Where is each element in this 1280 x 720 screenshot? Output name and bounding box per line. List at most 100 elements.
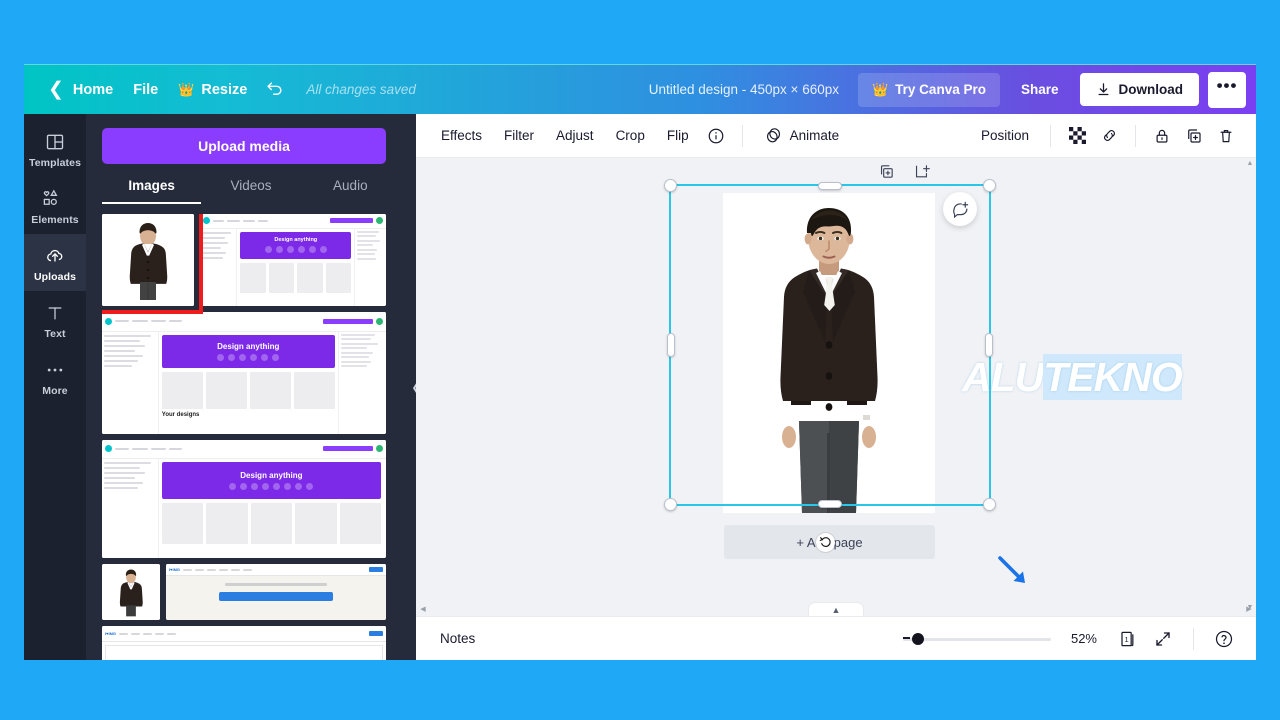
sidebar-item-templates[interactable]: Templates	[24, 120, 86, 177]
resize-handle-top-left[interactable]	[664, 179, 677, 192]
resize-button[interactable]: 👑 Resize	[168, 76, 257, 104]
effects-button[interactable]: Effects	[430, 121, 493, 150]
mini-banner-title: Design anything	[274, 237, 318, 244]
document-title: Untitled design - 450px × 660px	[648, 82, 839, 97]
scroll-right-arrow[interactable]: ▶	[1244, 606, 1254, 614]
zoom-slider-knob[interactable]	[912, 632, 924, 645]
man-in-suit-photo-2	[102, 564, 160, 620]
download-button[interactable]: Download	[1079, 73, 1199, 106]
upload-thumb-man-in-suit-2[interactable]	[102, 564, 160, 620]
transparency-button[interactable]	[1061, 120, 1093, 152]
resize-handle-bottom-right[interactable]	[983, 498, 996, 511]
notes-expand-handle[interactable]: ▲	[808, 602, 864, 616]
mini-navbar	[102, 440, 386, 459]
upload-thumb-canva-ui-3[interactable]: Design anything	[102, 440, 386, 558]
notes-button[interactable]: Notes	[432, 625, 483, 652]
tab-videos[interactable]: Videos	[201, 178, 300, 204]
thumbnail-row: Design anything	[102, 440, 400, 558]
share-button[interactable]: Share	[1009, 73, 1071, 106]
home-button[interactable]: ❮ Home	[38, 74, 123, 105]
scroll-up-arrow[interactable]: ▲	[1246, 160, 1254, 170]
upload-thumb-iloveimg-2[interactable]: I♥IMG	[102, 626, 386, 660]
thumbnail-row: I♥IMG	[102, 626, 400, 660]
duplicate-button[interactable]	[1178, 120, 1210, 152]
page-manager-button[interactable]: 1	[1111, 623, 1143, 655]
fullscreen-button[interactable]	[1147, 623, 1179, 655]
animate-button[interactable]: Animate	[753, 119, 851, 152]
mini-logo-icon	[105, 445, 112, 453]
thumbnail-row: I♥IMG	[102, 564, 400, 620]
crop-button[interactable]: Crop	[605, 121, 656, 150]
upload-thumb-man-in-suit[interactable]	[102, 214, 194, 306]
pages-icon: 1	[1121, 631, 1134, 646]
add-page-button[interactable]	[913, 163, 930, 180]
sidebar-item-uploads[interactable]: Uploads	[24, 234, 86, 291]
file-menu-button[interactable]: File	[123, 76, 168, 104]
flip-button[interactable]: Flip	[656, 121, 700, 150]
person-figure-large	[723, 193, 935, 513]
lock-button[interactable]	[1146, 120, 1178, 152]
top-toolbar: ❮ Home File 👑 Resize All changes saved U…	[24, 64, 1256, 114]
duplicate-icon	[1188, 128, 1201, 143]
scroll-left-arrow[interactable]: ◀	[418, 606, 428, 614]
uploads-panel: Upload media Images Videos Audio Design …	[86, 114, 416, 660]
tab-audio[interactable]: Audio	[301, 178, 400, 204]
mini-banner-title: Design anything	[217, 341, 280, 351]
image-toolbar: Effects Filter Adjust Crop Flip Animate	[416, 114, 1256, 158]
resize-handle-right[interactable]	[985, 333, 993, 357]
collapse-panel-button[interactable]: ❮	[408, 360, 416, 414]
sidebar-label-elements: Elements	[31, 214, 79, 226]
zoom-slider[interactable]	[903, 631, 1051, 647]
sidebar-item-text[interactable]: Text	[24, 291, 86, 348]
design-page[interactable]	[723, 193, 935, 513]
canvas-vertical-scrollbar[interactable]: ▲ ▼	[1246, 158, 1254, 616]
toolbar-divider	[1050, 124, 1051, 147]
iloveimg-navbar: I♥IMG	[166, 564, 386, 577]
canvas-area[interactable]: + Add page ALUTEKNO ▲	[416, 158, 1256, 616]
position-button[interactable]: Position	[970, 121, 1040, 150]
tab-images[interactable]: Images	[102, 178, 202, 204]
upload-media-button[interactable]: Upload media	[102, 128, 386, 164]
info-button[interactable]	[700, 120, 732, 152]
adjust-button[interactable]: Adjust	[545, 121, 605, 150]
undo-button[interactable]	[257, 74, 292, 105]
filter-button[interactable]: Filter	[493, 121, 545, 150]
resize-handle-top[interactable]	[818, 182, 842, 190]
try-canva-pro-button[interactable]: 👑 Try Canva Pro	[857, 72, 1000, 107]
person-figure	[103, 564, 159, 620]
upload-thumb-canva-ui-1[interactable]: Design anything	[200, 214, 386, 306]
upload-thumb-canva-ui-2[interactable]: Design anything Your designs	[102, 312, 386, 434]
zoom-out-icon[interactable]	[903, 636, 910, 639]
sidebar-item-elements[interactable]: Elements	[24, 177, 86, 234]
resize-handle-left[interactable]	[667, 333, 675, 357]
watermark: ALUTEKNO	[962, 354, 1183, 401]
resize-handle-top-right[interactable]	[983, 179, 996, 192]
top-toolbar-right: Untitled design - 450px × 660px 👑 Try Ca…	[648, 71, 1246, 108]
add-page-icon	[915, 165, 930, 178]
resize-handle-bottom-left[interactable]	[664, 498, 677, 511]
toolbar-divider	[1193, 627, 1194, 650]
help-button[interactable]	[1208, 623, 1240, 655]
canva-ui-thumbnail: Design anything	[200, 214, 386, 306]
uploads-tabs: Images Videos Audio	[102, 178, 400, 204]
link-button[interactable]	[1093, 120, 1125, 152]
delete-button[interactable]	[1210, 120, 1242, 152]
file-label: File	[133, 81, 159, 98]
mini-section-title: Your designs	[161, 411, 200, 418]
save-status: All changes saved	[306, 82, 416, 97]
info-circle-icon	[708, 128, 723, 143]
sidebar-item-more[interactable]: More	[24, 348, 86, 405]
more-options-button[interactable]: •••	[1208, 71, 1246, 108]
rotate-cursor	[816, 533, 835, 552]
duplicate-page-button[interactable]	[878, 163, 895, 180]
chevron-left-icon: ❮	[411, 381, 416, 394]
zoom-slider-track	[903, 637, 1051, 641]
watermark-prefix: ALU	[962, 354, 1044, 400]
toolbar-divider	[1135, 124, 1136, 147]
upload-thumb-iloveimg-1[interactable]: I♥IMG	[166, 564, 386, 620]
canva-ui-thumbnail: Design anything Your designs	[102, 312, 386, 434]
man-in-suit-image[interactable]	[723, 193, 935, 513]
animate-icon	[766, 128, 780, 143]
add-comment-button[interactable]	[943, 192, 977, 226]
man-in-suit-photo	[102, 214, 194, 306]
